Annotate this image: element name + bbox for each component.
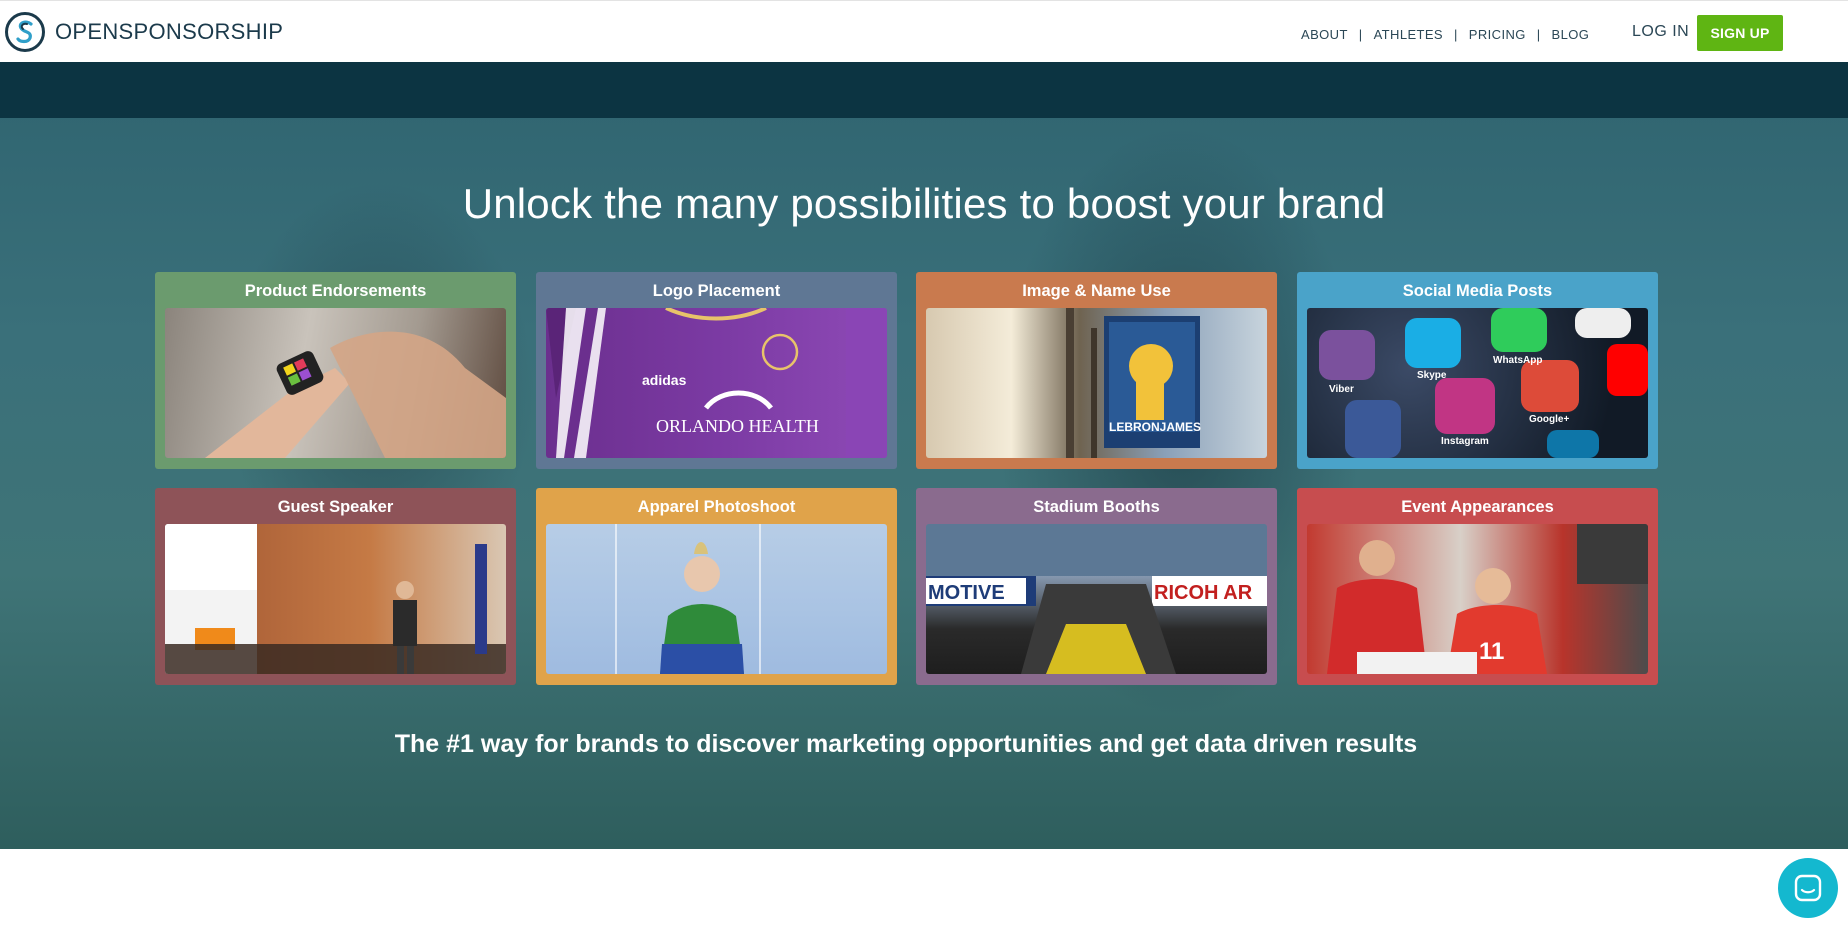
card-title: Social Media Posts <box>1402 282 1553 300</box>
card-photo-social-apps: Viber Skype WhatsApp Google+ Instagram <box>1307 308 1648 458</box>
card-photo-apparel-model <box>546 524 887 674</box>
photo-text: ORLANDO HEALTH <box>656 416 819 436</box>
card-photo-smartwatch <box>165 308 506 458</box>
signup-button[interactable]: SIGN UP <box>1697 15 1783 51</box>
photo-text: Skype <box>1417 370 1447 381</box>
nav-separator: | <box>1454 27 1458 42</box>
card-photo-stadium: MOTIVE RICOH AR <box>926 524 1267 674</box>
site-header: OPENSPONSORSHIP ABOUT | ATHLETES | PRICI… <box>0 0 1848 62</box>
nav-separator: | <box>1358 27 1363 42</box>
card-social-media-posts[interactable]: Social Media Posts Viber Skype WhatsApp … <box>1297 272 1658 469</box>
chat-icon <box>1794 874 1822 902</box>
hero-title: Unlock the many possibilities to boost y… <box>462 180 1386 227</box>
card-guest-speaker[interactable]: Guest Speaker <box>155 488 516 685</box>
photo-text: MOTIVE <box>928 582 1005 604</box>
nav-link-pricing[interactable]: PRICING <box>1469 27 1526 42</box>
card-apparel-photoshoot[interactable]: Apparel Photoshoot <box>536 488 897 685</box>
chat-launcher-button[interactable] <box>1778 858 1838 918</box>
photo-text: adidas <box>642 372 687 388</box>
brand-name: OPENSPONSORSHIP <box>55 19 284 44</box>
photo-text: Instagram <box>1441 436 1489 447</box>
card-title: Logo Placement <box>652 282 781 300</box>
photo-text: RICOH AR <box>1154 582 1253 604</box>
hero-top-band <box>0 62 1848 118</box>
nav-separator: | <box>1536 27 1541 42</box>
card-event-appearances[interactable]: Event Appearances 11 <box>1297 488 1658 685</box>
photo-text: Viber <box>1329 384 1354 395</box>
card-title: Image & Name Use <box>1022 282 1171 300</box>
nav-link-about[interactable]: ABOUT <box>1301 27 1348 42</box>
card-image-name-use[interactable]: Image & Name Use LEBRONJAMES <box>916 272 1277 469</box>
card-product-endorsements[interactable]: Product Endorsements <box>155 272 516 469</box>
hero-section: Unlock the many possibilities to boost y… <box>0 62 1848 849</box>
hero-tagline: The #1 way for brands to discover market… <box>394 730 1418 758</box>
photo-text: 11 <box>1479 638 1505 665</box>
logo-mark-icon <box>5 12 45 52</box>
card-title: Product Endorsements <box>244 282 427 300</box>
brand-logo[interactable]: OPENSPONSORSHIP <box>4 11 283 53</box>
card-logo-placement[interactable]: Logo Placement adidas ORLANDO HEALTH <box>536 272 897 469</box>
photo-text: Google+ <box>1529 414 1570 425</box>
card-title: Guest Speaker <box>277 498 394 516</box>
card-photo-speaker <box>165 524 506 674</box>
card-stadium-booths[interactable]: Stadium Booths MOTIVE RICOH AR <box>916 488 1277 685</box>
card-photo-jersey: adidas ORLANDO HEALTH <box>546 308 887 458</box>
photo-text: WhatsApp <box>1493 355 1543 366</box>
card-title: Stadium Booths <box>1033 498 1160 516</box>
card-title: Apparel Photoshoot <box>637 498 796 516</box>
card-title: Event Appearances <box>1401 498 1554 516</box>
card-photo-event: 11 <box>1307 524 1648 674</box>
login-link[interactable]: LOG IN <box>1632 23 1689 41</box>
photo-text: LEBRONJAMES <box>1109 420 1202 434</box>
card-photo-billboard: LEBRONJAMES <box>926 308 1267 458</box>
nav-link-blog[interactable]: BLOG <box>1552 27 1590 42</box>
main-nav: ABOUT | ATHLETES | PRICING | BLOG <box>1301 27 1589 42</box>
nav-link-athletes[interactable]: ATHLETES <box>1374 27 1443 42</box>
